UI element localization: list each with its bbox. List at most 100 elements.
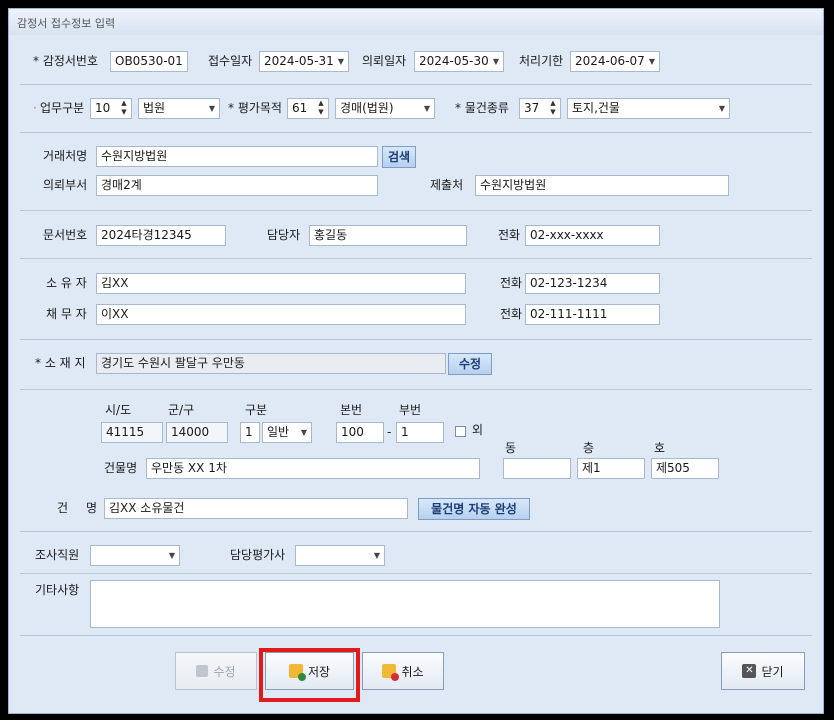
main-no-field[interactable]: 100 (336, 422, 384, 443)
chevron-down-icon[interactable]: ▼ (338, 52, 344, 71)
deadline-label: 처리기한 (519, 54, 564, 68)
floor-label: 층 (583, 441, 595, 455)
doc-no-field[interactable]: 2024타경12345 (96, 225, 226, 246)
sido-field[interactable]: 41115 (101, 422, 163, 443)
divider (20, 389, 812, 390)
gungu-label: 군/구 (168, 403, 195, 417)
phone-label: 전화 (498, 228, 521, 242)
building-field[interactable]: 우만동 XX 1차 (146, 458, 480, 479)
spinner-arrows-icon[interactable]: ▲ ▼ (316, 99, 326, 117)
owner-field[interactable]: 김XX (96, 273, 466, 294)
sido-label: 시/도 (105, 403, 132, 417)
property-type-value: 토지,건물 (572, 101, 620, 115)
ho-label: 호 (654, 441, 666, 455)
dong-label: 동 (505, 441, 517, 455)
floor-field[interactable]: 제1 (577, 458, 645, 479)
dong-field[interactable] (503, 458, 571, 479)
doc-no-label: 문서번호 (43, 228, 88, 242)
divider (20, 573, 812, 574)
divider (20, 339, 812, 340)
folder-cancel-icon (382, 664, 400, 681)
close-button-label: 닫기 (761, 664, 784, 679)
item-name-field[interactable]: 김XX 소유물건 (104, 498, 408, 519)
property-type-code: 37 (524, 101, 540, 115)
chevron-down-icon[interactable]: ▼ (209, 99, 215, 118)
other-lot-checkbox[interactable] (455, 426, 466, 437)
debtor-phone-label: 전화 (500, 307, 523, 321)
business-type-code: 10 (95, 101, 111, 115)
chevron-down-icon[interactable]: ▼ (169, 546, 175, 565)
manager-field[interactable]: 홍길동 (309, 225, 467, 246)
notes-textarea[interactable] (90, 580, 720, 628)
chevron-down-icon[interactable]: ▼ (719, 99, 725, 118)
receipt-date-value: 2024-05-31 (264, 54, 334, 68)
spinner-arrows-icon[interactable]: ▲ ▼ (119, 99, 129, 117)
spinner-arrows-icon[interactable]: ▲ ▼ (548, 99, 558, 117)
property-type-code-spinner[interactable]: 37 ▲ ▼ (519, 98, 561, 119)
receipt-date-label: 접수일자 (208, 54, 253, 68)
type-code-field[interactable]: 1 (240, 422, 260, 443)
address-edit-button[interactable]: 수정 (448, 353, 492, 375)
receipt-date-picker[interactable]: 2024-05-31 ▼ (259, 51, 349, 72)
investigator-select[interactable]: ▼ (90, 545, 180, 566)
purpose-code-spinner[interactable]: 61 ▲ ▼ (287, 98, 329, 119)
property-type-label: * 물건종류 (455, 101, 509, 115)
request-date-picker[interactable]: 2024-05-30 ▼ (414, 51, 504, 72)
type-label: 구분 (245, 403, 268, 417)
other-lot-label: 외 (472, 423, 484, 437)
ho-field[interactable]: 제505 (651, 458, 719, 479)
window-title: 감정서 접수정보 입력 (17, 17, 116, 30)
close-icon: ✕ (742, 664, 757, 678)
close-button[interactable]: ✕ 닫기 (721, 652, 805, 690)
purpose-select[interactable]: 경매(법원) ▼ (335, 98, 435, 119)
dept-field[interactable]: 경매2계 (96, 175, 378, 196)
sub-no-field[interactable]: 1 (396, 422, 444, 443)
chevron-down-icon[interactable]: ▼ (301, 423, 307, 442)
item-name-label-a: 건 (57, 501, 69, 515)
submit-to-label: 제출처 (430, 178, 464, 192)
main-no-label: 본번 (340, 403, 363, 417)
location-label: * 소 재 지 (35, 356, 86, 370)
business-type-code-spinner[interactable]: 10 ▲ ▼ (90, 98, 132, 119)
type-select[interactable]: 일반 ▼ (262, 422, 312, 443)
submit-to-field[interactable]: 수원지방법원 (475, 175, 729, 196)
cancel-button[interactable]: 취소 (362, 652, 444, 690)
cancel-button-label: 취소 (401, 664, 424, 679)
lot-dash: - (387, 425, 392, 439)
debtor-phone-field[interactable]: 02-111-1111 (525, 304, 660, 325)
autofill-name-button[interactable]: 물건명 자동 완성 (418, 498, 530, 520)
client-field[interactable]: 수원지방법원 (96, 146, 378, 167)
required-mark: · (33, 101, 37, 115)
divider (20, 84, 812, 85)
chevron-down-icon[interactable]: ▼ (374, 546, 380, 565)
phone-field[interactable]: 02-xxx-xxxx (525, 225, 660, 246)
gungu-field[interactable]: 14000 (166, 422, 228, 443)
deadline-value: 2024-06-07 (575, 54, 645, 68)
appraiser-label: 담당평가사 (230, 548, 286, 562)
deadline-picker[interactable]: 2024-06-07 ▼ (570, 51, 660, 72)
debtor-field[interactable]: 이XX (96, 304, 466, 325)
property-type-select[interactable]: 토지,건물 ▼ (567, 98, 730, 119)
search-button[interactable]: 검색 (382, 146, 416, 168)
divider (20, 531, 812, 532)
type-value: 일반 (267, 425, 290, 439)
chevron-down-icon[interactable]: ▼ (493, 52, 499, 71)
edit-button[interactable]: 수정 (175, 652, 257, 690)
business-type-label: 업무구분 (40, 101, 85, 115)
address-field[interactable]: 경기도 수원시 팔달구 우만동 (96, 353, 446, 374)
owner-phone-label: 전화 (500, 276, 523, 290)
business-type-select[interactable]: 법원 ▼ (138, 98, 220, 119)
chevron-down-icon[interactable]: ▼ (649, 52, 655, 71)
sub-no-label: 부번 (399, 403, 422, 417)
purpose-value: 경매(법원) (340, 101, 394, 115)
chevron-down-icon[interactable]: ▼ (424, 99, 430, 118)
appraisal-no-label: * 감정서번호 (33, 54, 99, 68)
appraiser-select[interactable]: ▼ (295, 545, 385, 566)
purpose-label: * 평가목적 (228, 101, 282, 115)
divider (20, 635, 812, 636)
owner-phone-field[interactable]: 02-123-1234 (525, 273, 660, 294)
request-date-value: 2024-05-30 (419, 54, 489, 68)
manager-label: 담당자 (267, 228, 301, 242)
owner-label: 소 유 자 (46, 276, 87, 290)
appraisal-no-field[interactable]: OB0530-01 (110, 51, 188, 72)
